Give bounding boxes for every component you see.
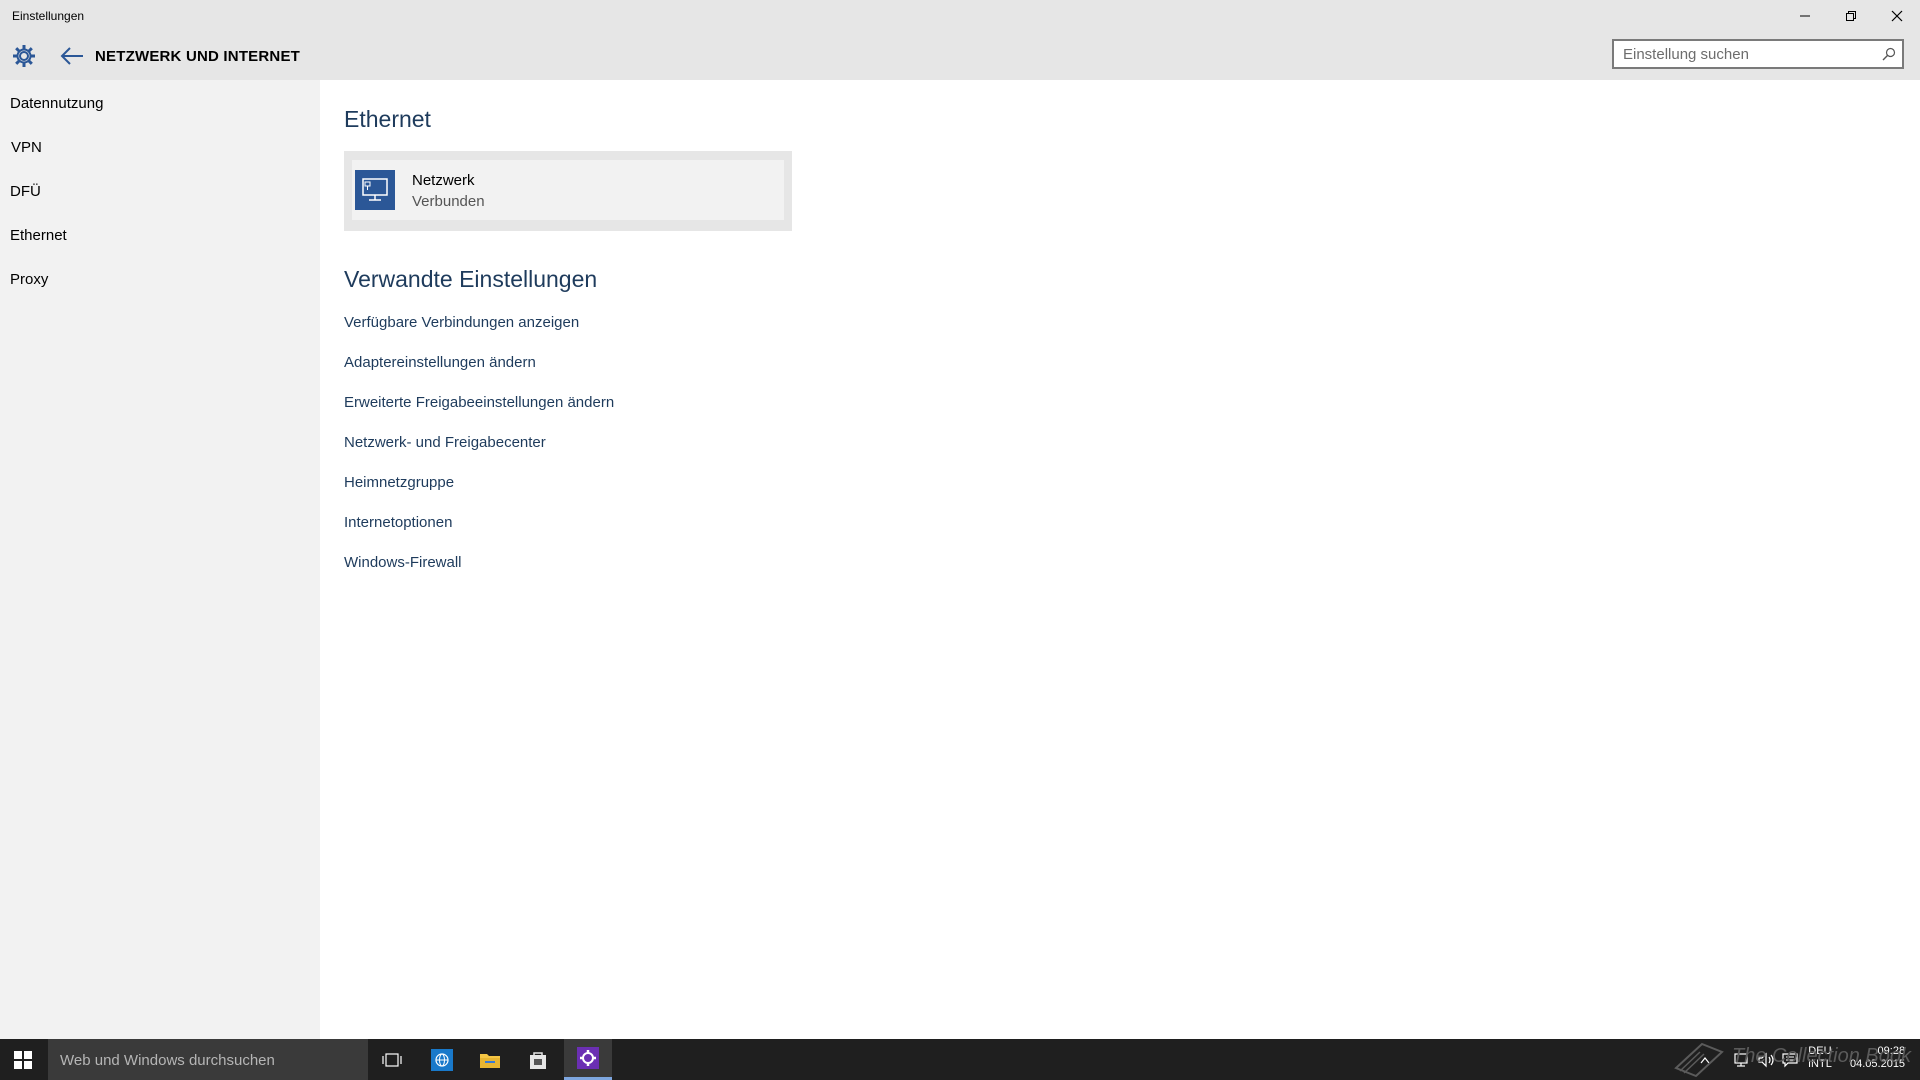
settings-search-input[interactable] [1614, 41, 1883, 67]
network-connection-inner[interactable]: Netzwerk Verbunden [352, 160, 784, 220]
windows-logo-icon [14, 1050, 32, 1069]
sidebar: Datennutzung VPN DFÜ Ethernet Proxy [0, 80, 320, 1039]
store-bag-icon [530, 1051, 546, 1069]
globe-icon [431, 1048, 453, 1071]
restore-button[interactable] [1828, 0, 1874, 31]
page-title: NETZWERK UND INTERNET [95, 48, 301, 65]
link-windows-firewall[interactable]: Windows-Firewall [344, 554, 462, 571]
taskbar-gear-icon [577, 1047, 599, 1069]
window-title: Einstellungen [12, 9, 85, 23]
sidebar-item-datennutzung[interactable]: Datennutzung [10, 95, 103, 112]
folder-icon [480, 1053, 500, 1068]
search-icon[interactable] [1882, 47, 1896, 61]
title-bar: Einstellungen [0, 0, 1920, 31]
link-advanced-sharing[interactable]: Erweiterte Freigabeeinstellungen ändern [344, 394, 614, 411]
sidebar-item-vpn[interactable]: VPN [11, 139, 42, 156]
network-tile [355, 170, 395, 210]
close-icon [1891, 10, 1903, 21]
back-arrow-icon[interactable] [60, 45, 84, 67]
settings-header: NETZWERK UND INTERNET [0, 31, 1920, 80]
link-available-connections[interactable]: Verfügbare Verbindungen anzeigen [344, 314, 579, 331]
settings-search-box[interactable] [1612, 39, 1904, 69]
link-network-sharing-center[interactable]: Netzwerk- und Freigabecenter [344, 434, 546, 451]
network-connection-card[interactable]: Netzwerk Verbunden [344, 151, 792, 231]
sidebar-item-ethernet[interactable]: Ethernet [10, 227, 67, 244]
gear-icon [13, 45, 35, 67]
close-button[interactable] [1874, 0, 1920, 31]
link-adapter-settings[interactable]: Adaptereinstellungen ändern [344, 354, 536, 371]
watermark: The Collection Book [1672, 1038, 1911, 1080]
section-title-ethernet: Ethernet [344, 106, 431, 132]
main-content: Ethernet Netzwerk Verbunden Verwandte Ei… [320, 80, 1920, 1039]
taskbar-browser-button[interactable] [418, 1039, 466, 1080]
section-title-related-settings: Verwandte Einstellungen [344, 266, 598, 292]
link-homegroup[interactable]: Heimnetzgruppe [344, 474, 454, 491]
minimize-button[interactable] [1782, 0, 1828, 31]
sidebar-item-proxy[interactable]: Proxy [10, 271, 48, 288]
taskbar-explorer-button[interactable] [466, 1039, 514, 1080]
taskbar-store-button[interactable] [514, 1039, 562, 1080]
start-button[interactable] [0, 1039, 46, 1080]
minimize-icon [1800, 15, 1810, 16]
sidebar-item-dfue[interactable]: DFÜ [10, 183, 41, 200]
watermark-text: The Collection Book [1732, 1045, 1911, 1067]
link-internet-options[interactable]: Internetoptionen [344, 514, 452, 531]
taskbar: Web und Windows durchsuchen DEU INTL 09:… [0, 1039, 1920, 1080]
taskbar-search-placeholder: Web und Windows durchsuchen [60, 1052, 275, 1069]
ethernet-monitor-icon [362, 178, 388, 201]
task-view-button[interactable] [368, 1039, 416, 1080]
network-name: Netzwerk [412, 172, 475, 189]
restore-icon [1846, 10, 1856, 21]
task-view-icon [382, 1052, 402, 1067]
book-logo-icon [1674, 1042, 1724, 1078]
taskbar-search-box[interactable]: Web und Windows durchsuchen [48, 1039, 368, 1080]
network-status: Verbunden [412, 193, 485, 210]
taskbar-settings-button[interactable] [564, 1039, 612, 1080]
